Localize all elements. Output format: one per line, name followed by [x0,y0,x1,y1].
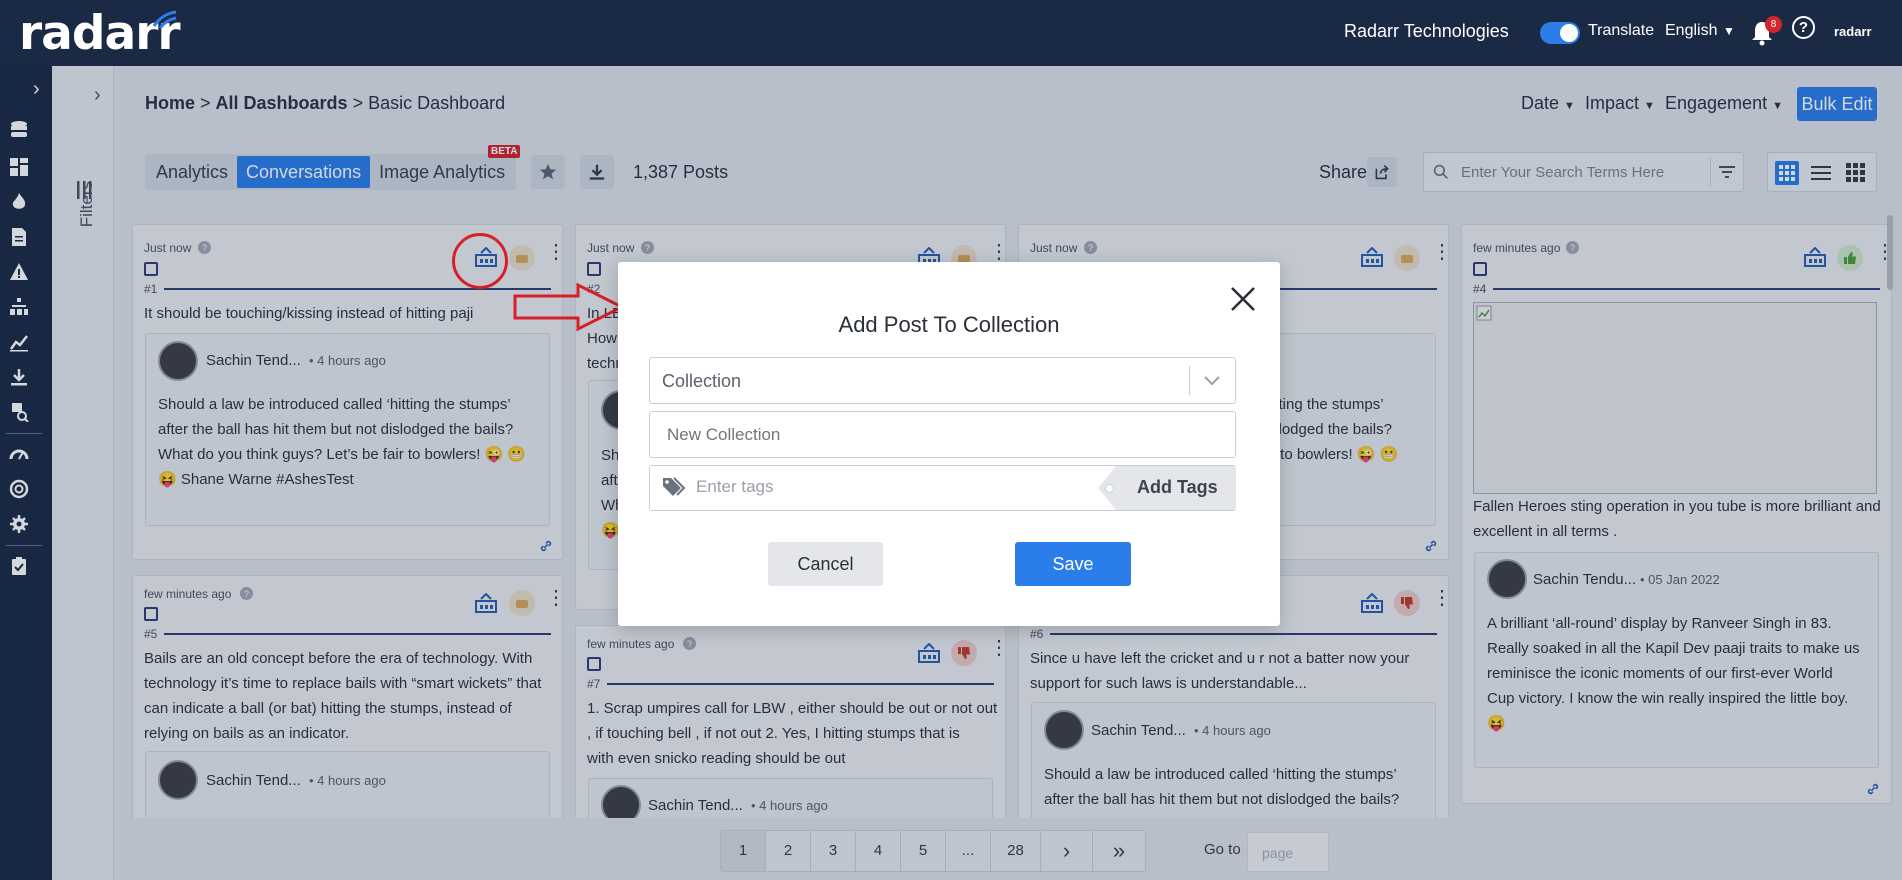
notification-badge: 8 [1765,16,1782,33]
save-button[interactable]: Save [1015,542,1131,586]
top-bar: radarr Radarr Technologies Translate Eng… [0,0,1902,66]
modal-title: Add Post To Collection [838,312,1060,337]
add-tags-label[interactable]: Add Tags [1137,477,1218,498]
logo-signal-icon [152,10,177,29]
highlight-circle-annotation [452,233,508,289]
cancel-button[interactable]: Cancel [768,542,883,586]
new-collection-input[interactable] [649,411,1236,458]
user-brand[interactable]: radarr [1834,24,1872,39]
help-icon[interactable]: ? [1792,16,1815,39]
chevron-down-icon[interactable] [1203,375,1221,387]
close-icon[interactable] [1228,284,1258,314]
chevron-down-icon[interactable]: ▼ [1723,24,1735,38]
tags-input[interactable]: Enter tags [696,477,774,497]
add-to-collection-modal: Add Post To Collection Collection Enter … [618,262,1280,626]
translate-label: Translate [1588,22,1655,39]
translate-toggle[interactable] [1540,22,1580,44]
tag-hole-icon [1105,484,1114,493]
company-name: Radarr Technologies [1344,21,1509,41]
collection-select-placeholder[interactable]: Collection [662,371,741,392]
select-divider [1189,366,1190,395]
language-select[interactable]: English [1665,22,1717,40]
tag-icon [663,477,686,496]
arrow-right-annotation [513,282,626,332]
